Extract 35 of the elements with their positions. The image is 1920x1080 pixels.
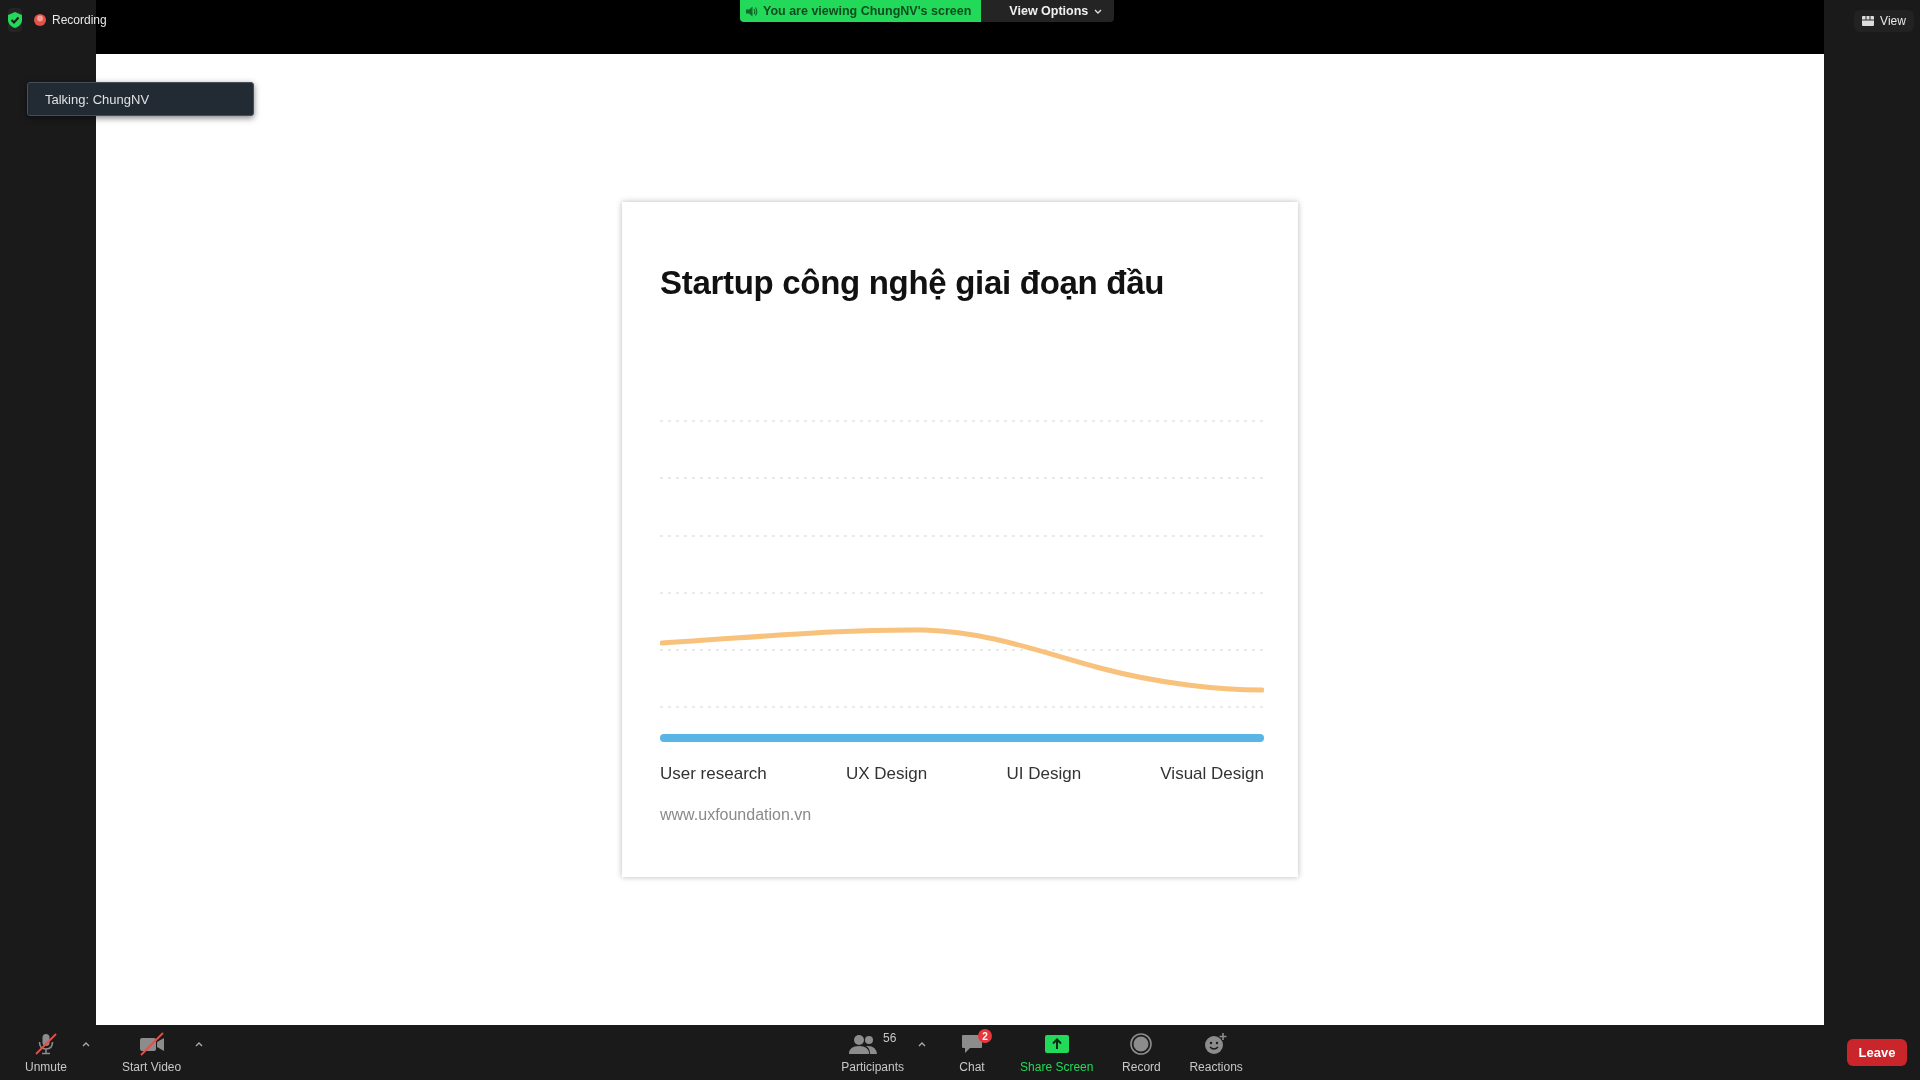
share-banner: You are viewing ChungNV's screen — [740, 0, 982, 22]
recording-label: Recording — [52, 13, 107, 27]
chevron-down-icon — [1094, 8, 1103, 14]
unmute-button[interactable]: Unmute — [18, 1027, 74, 1078]
security-button[interactable] — [8, 8, 22, 32]
reactions-button[interactable]: Reactions — [1183, 1027, 1249, 1078]
participant-count: 56 — [883, 1031, 897, 1045]
website-text: www.uxfoundation.vn — [660, 806, 813, 824]
speaker-icon — [746, 5, 758, 17]
people-icon — [849, 1034, 877, 1054]
view-options-button[interactable]: View Options — [981, 0, 1115, 22]
caret-up-icon — [82, 1042, 90, 1047]
share-screen-button[interactable]: Share Screen — [1014, 1027, 1100, 1078]
smiley-plus-icon — [1204, 1032, 1229, 1056]
record-button[interactable]: Record — [1113, 1027, 1170, 1078]
notification-badge: 2 — [978, 1029, 993, 1043]
recording-dot-icon — [34, 14, 46, 26]
start-video-button[interactable]: Start Video — [116, 1027, 188, 1078]
caret-up-icon — [195, 1042, 204, 1047]
chat-bubble-icon — [961, 1034, 984, 1054]
grid-icon — [1862, 16, 1875, 26]
category-label: UI Design — [1006, 764, 1082, 784]
record-icon — [1130, 1033, 1153, 1055]
category-label: Visual Design — [1160, 764, 1264, 784]
category-label: User research — [660, 764, 767, 784]
shield-icon — [8, 12, 22, 28]
chat-button[interactable]: 2 Chat — [944, 1027, 1001, 1078]
slide-title: Startup công nghệ giai đoạn đầu — [660, 264, 1166, 302]
leave-button[interactable]: Leave — [1847, 1039, 1907, 1066]
share-screen-icon — [1044, 1035, 1069, 1053]
caret-up-icon — [918, 1042, 927, 1047]
participants-button[interactable]: 56 Participants — [835, 1027, 911, 1078]
category-label: UX Design — [846, 764, 928, 784]
view-button[interactable]: View — [1854, 10, 1914, 32]
talking-tooltip: Talking: ChungNV — [27, 82, 254, 116]
